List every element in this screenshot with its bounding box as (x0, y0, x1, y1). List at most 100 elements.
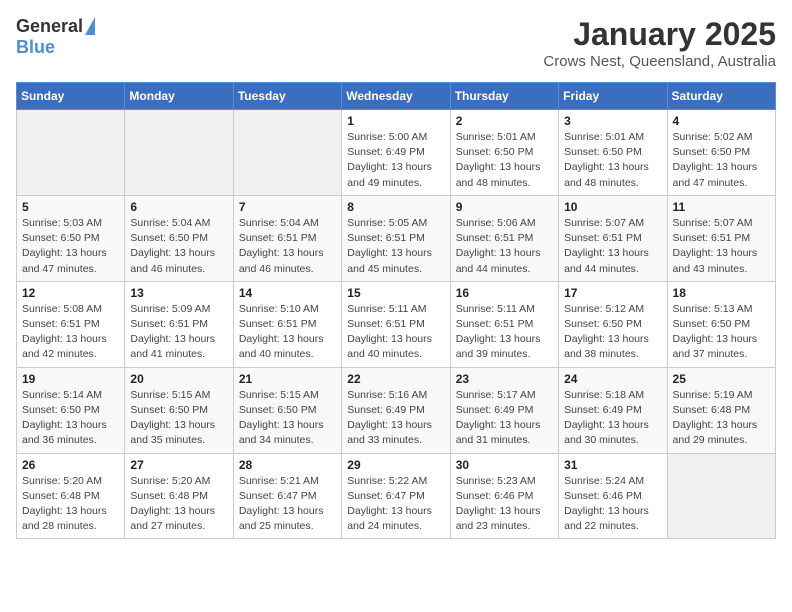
day-number: 24 (564, 372, 661, 386)
day-number: 3 (564, 114, 661, 128)
weekday-header-friday: Friday (559, 83, 667, 110)
day-info: Sunrise: 5:15 AM Sunset: 6:50 PM Dayligh… (130, 388, 227, 449)
calendar-cell: 17 Sunrise: 5:12 AM Sunset: 6:50 PM Dayli… (559, 281, 667, 367)
calendar-cell: 27 Sunrise: 5:20 AM Sunset: 6:48 PM Dayli… (125, 453, 233, 539)
day-info: Sunrise: 5:23 AM Sunset: 6:46 PM Dayligh… (456, 474, 553, 535)
day-info: Sunrise: 5:15 AM Sunset: 6:50 PM Dayligh… (239, 388, 336, 449)
calendar-week-row: 5 Sunrise: 5:03 AM Sunset: 6:50 PM Daylig… (17, 195, 776, 281)
day-info: Sunrise: 5:19 AM Sunset: 6:48 PM Dayligh… (673, 388, 770, 449)
weekday-header-sunday: Sunday (17, 83, 125, 110)
calendar-week-row: 12 Sunrise: 5:08 AM Sunset: 6:51 PM Dayli… (17, 281, 776, 367)
day-info: Sunrise: 5:18 AM Sunset: 6:49 PM Dayligh… (564, 388, 661, 449)
calendar-cell: 2Sunrise: 5:01 AM Sunset: 6:50 PM Daylig… (450, 110, 558, 196)
day-info: Sunrise: 5:04 AM Sunset: 6:51 PM Dayligh… (239, 216, 336, 277)
day-info: Sunrise: 5:14 AM Sunset: 6:50 PM Dayligh… (22, 388, 119, 449)
day-info: Sunrise: 5:03 AM Sunset: 6:50 PM Dayligh… (22, 216, 119, 277)
title-block: January 2025 Crows Nest, Queensland, Aus… (543, 16, 776, 70)
day-number: 29 (347, 458, 444, 472)
day-info: Sunrise: 5:06 AM Sunset: 6:51 PM Dayligh… (456, 216, 553, 277)
day-info: Sunrise: 5:22 AM Sunset: 6:47 PM Dayligh… (347, 474, 444, 535)
weekday-header-tuesday: Tuesday (233, 83, 341, 110)
day-number: 26 (22, 458, 119, 472)
calendar-cell: 13Sunrise: 5:09 AM Sunset: 6:51 PM Dayli… (125, 281, 233, 367)
calendar-week-row: 26 Sunrise: 5:20 AM Sunset: 6:48 PM Dayli… (17, 453, 776, 539)
day-info: Sunrise: 5:01 AM Sunset: 6:50 PM Dayligh… (456, 130, 553, 191)
calendar-cell (233, 110, 341, 196)
weekday-header-thursday: Thursday (450, 83, 558, 110)
calendar-cell: 7 Sunrise: 5:04 AM Sunset: 6:51 PM Daylig… (233, 195, 341, 281)
calendar-cell: 15 Sunrise: 5:11 AM Sunset: 6:51 PM Dayli… (342, 281, 450, 367)
day-number: 25 (673, 372, 770, 386)
calendar-cell: 8 Sunrise: 5:05 AM Sunset: 6:51 PM Daylig… (342, 195, 450, 281)
day-number: 21 (239, 372, 336, 386)
logo-blue-text: Blue (16, 37, 55, 58)
day-info: Sunrise: 5:10 AM Sunset: 6:51 PM Dayligh… (239, 302, 336, 363)
day-number: 6 (130, 200, 227, 214)
day-number: 5 (22, 200, 119, 214)
logo-general-text: General (16, 16, 83, 37)
calendar-cell: 23Sunrise: 5:17 AM Sunset: 6:49 PM Dayli… (450, 367, 558, 453)
day-info: Sunrise: 5:01 AM Sunset: 6:50 PM Dayligh… (564, 130, 661, 191)
day-number: 28 (239, 458, 336, 472)
weekday-header-saturday: Saturday (667, 83, 775, 110)
calendar-cell: 21 Sunrise: 5:15 AM Sunset: 6:50 PM Dayli… (233, 367, 341, 453)
day-number: 22 (347, 372, 444, 386)
calendar-cell: 25 Sunrise: 5:19 AM Sunset: 6:48 PM Dayli… (667, 367, 775, 453)
calendar-cell: 5 Sunrise: 5:03 AM Sunset: 6:50 PM Daylig… (17, 195, 125, 281)
day-number: 11 (673, 200, 770, 214)
day-info: Sunrise: 5:07 AM Sunset: 6:51 PM Dayligh… (673, 216, 770, 277)
day-number: 1 (347, 114, 444, 128)
calendar-cell (17, 110, 125, 196)
calendar-cell: 19 Sunrise: 5:14 AM Sunset: 6:50 PM Dayli… (17, 367, 125, 453)
calendar-cell: 16Sunrise: 5:11 AM Sunset: 6:51 PM Dayli… (450, 281, 558, 367)
day-number: 20 (130, 372, 227, 386)
calendar-cell (125, 110, 233, 196)
calendar-week-row: 1 Sunrise: 5:00 AM Sunset: 6:49 PM Daylig… (17, 110, 776, 196)
day-info: Sunrise: 5:08 AM Sunset: 6:51 PM Dayligh… (22, 302, 119, 363)
page-header: General Blue January 2025 Crows Nest, Qu… (16, 16, 776, 70)
calendar-cell: 29 Sunrise: 5:22 AM Sunset: 6:47 PM Dayli… (342, 453, 450, 539)
day-number: 8 (347, 200, 444, 214)
logo: General Blue (16, 16, 95, 58)
day-info: Sunrise: 5:20 AM Sunset: 6:48 PM Dayligh… (22, 474, 119, 535)
day-info: Sunrise: 5:12 AM Sunset: 6:50 PM Dayligh… (564, 302, 661, 363)
calendar-cell: 11 Sunrise: 5:07 AM Sunset: 6:51 PM Dayli… (667, 195, 775, 281)
day-info: Sunrise: 5:09 AM Sunset: 6:51 PM Dayligh… (130, 302, 227, 363)
calendar-cell: 26 Sunrise: 5:20 AM Sunset: 6:48 PM Dayli… (17, 453, 125, 539)
day-info: Sunrise: 5:02 AM Sunset: 6:50 PM Dayligh… (673, 130, 770, 191)
day-info: Sunrise: 5:00 AM Sunset: 6:49 PM Dayligh… (347, 130, 444, 191)
calendar-week-row: 19 Sunrise: 5:14 AM Sunset: 6:50 PM Dayli… (17, 367, 776, 453)
calendar-cell: 24 Sunrise: 5:18 AM Sunset: 6:49 PM Dayli… (559, 367, 667, 453)
day-number: 12 (22, 286, 119, 300)
calendar-cell: 1 Sunrise: 5:00 AM Sunset: 6:49 PM Daylig… (342, 110, 450, 196)
day-info: Sunrise: 5:20 AM Sunset: 6:48 PM Dayligh… (130, 474, 227, 535)
weekday-header-wednesday: Wednesday (342, 83, 450, 110)
calendar-cell: 28Sunrise: 5:21 AM Sunset: 6:47 PM Dayli… (233, 453, 341, 539)
calendar-cell: 14Sunrise: 5:10 AM Sunset: 6:51 PM Dayli… (233, 281, 341, 367)
day-info: Sunrise: 5:04 AM Sunset: 6:50 PM Dayligh… (130, 216, 227, 277)
logo-triangle-icon (85, 17, 95, 35)
day-info: Sunrise: 5:05 AM Sunset: 6:51 PM Dayligh… (347, 216, 444, 277)
day-number: 19 (22, 372, 119, 386)
day-number: 30 (456, 458, 553, 472)
day-number: 7 (239, 200, 336, 214)
day-number: 27 (130, 458, 227, 472)
day-info: Sunrise: 5:16 AM Sunset: 6:49 PM Dayligh… (347, 388, 444, 449)
weekday-header-monday: Monday (125, 83, 233, 110)
day-info: Sunrise: 5:11 AM Sunset: 6:51 PM Dayligh… (347, 302, 444, 363)
calendar-cell: 22 Sunrise: 5:16 AM Sunset: 6:49 PM Dayli… (342, 367, 450, 453)
calendar-cell: 20 Sunrise: 5:15 AM Sunset: 6:50 PM Dayli… (125, 367, 233, 453)
calendar-cell: 31 Sunrise: 5:24 AM Sunset: 6:46 PM Dayli… (559, 453, 667, 539)
day-number: 16 (456, 286, 553, 300)
calendar-cell: 4 Sunrise: 5:02 AM Sunset: 6:50 PM Daylig… (667, 110, 775, 196)
day-number: 9 (456, 200, 553, 214)
calendar-cell: 18Sunrise: 5:13 AM Sunset: 6:50 PM Dayli… (667, 281, 775, 367)
day-number: 31 (564, 458, 661, 472)
day-info: Sunrise: 5:24 AM Sunset: 6:46 PM Dayligh… (564, 474, 661, 535)
calendar-cell: 10Sunrise: 5:07 AM Sunset: 6:51 PM Dayli… (559, 195, 667, 281)
day-number: 4 (673, 114, 770, 128)
day-number: 15 (347, 286, 444, 300)
location-title: Crows Nest, Queensland, Australia (543, 53, 776, 70)
day-number: 18 (673, 286, 770, 300)
day-number: 17 (564, 286, 661, 300)
